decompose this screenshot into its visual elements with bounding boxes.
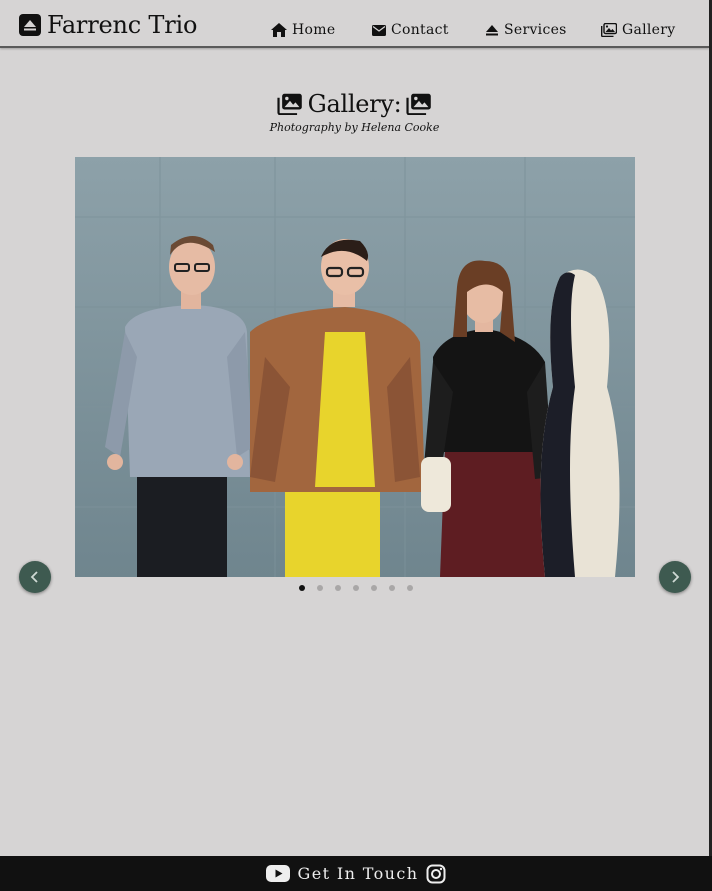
home-icon — [271, 23, 287, 37]
photo-credit: Photography by Helena Cooke — [269, 121, 440, 134]
instagram-icon[interactable] — [426, 864, 446, 884]
carousel-dot[interactable] — [298, 585, 305, 591]
carousel-dot[interactable] — [316, 585, 323, 591]
eject-square-icon — [19, 14, 41, 36]
nav-gallery[interactable]: Gallery — [601, 20, 675, 40]
page-title: Gallery: — [0, 90, 709, 118]
nav-services[interactable]: Services — [485, 20, 567, 40]
brand-name: Farrenc Trio — [47, 11, 198, 39]
images-icon — [277, 93, 302, 115]
gallery-title-text: Gallery: — [307, 90, 402, 118]
nav-contact-label: Contact — [391, 22, 449, 38]
carousel-dot[interactable] — [406, 585, 413, 591]
carousel-dot[interactable] — [352, 585, 359, 591]
images-icon — [406, 93, 432, 115]
chevron-left-icon — [30, 571, 38, 583]
images-icon — [601, 23, 617, 37]
brand-link[interactable]: Farrenc Trio — [19, 10, 197, 40]
carousel-dot[interactable] — [370, 585, 377, 591]
navbar: Farrenc Trio Home Contact Services Galle… — [0, 0, 709, 48]
carousel-indicators — [0, 585, 709, 591]
carousel-dot[interactable] — [334, 585, 341, 591]
carousel-dot[interactable] — [388, 585, 395, 591]
nav-contact[interactable]: Contact — [372, 20, 449, 40]
chevron-right-icon — [672, 571, 680, 583]
carousel-photo — [75, 157, 635, 577]
nav-home[interactable]: Home — [271, 20, 335, 40]
nav-services-label: Services — [504, 22, 567, 38]
eject-icon — [486, 25, 498, 36]
envelope-icon — [372, 24, 386, 36]
footer: Get In Touch — [0, 856, 712, 891]
nav-gallery-label: Gallery — [622, 22, 676, 38]
youtube-icon[interactable] — [265, 865, 290, 882]
footer-get-in-touch[interactable]: Get In Touch — [298, 864, 419, 883]
nav-home-label: Home — [292, 22, 336, 38]
